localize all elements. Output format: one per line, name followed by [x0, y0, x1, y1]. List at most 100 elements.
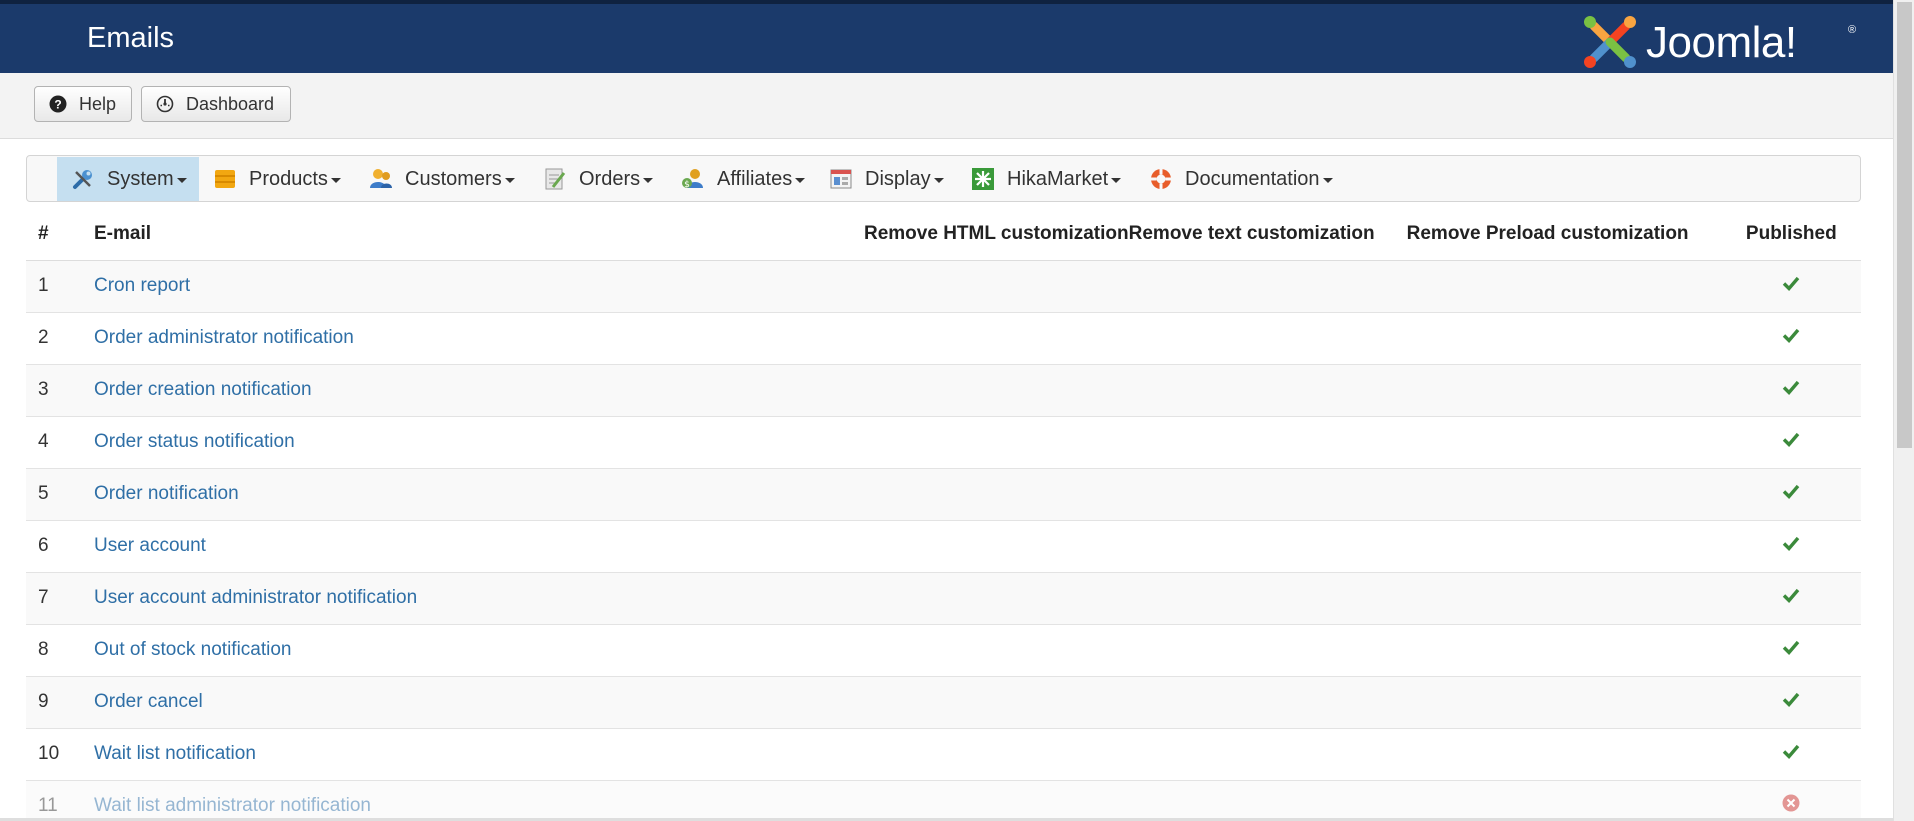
- published-check-icon[interactable]: [1782, 327, 1800, 343]
- row-number: 9: [26, 675, 94, 728]
- row-number: 4: [26, 415, 94, 468]
- dashboard-button-label: Dashboard: [186, 93, 275, 114]
- column-header-published[interactable]: Published: [1721, 208, 1861, 261]
- table-header-row: # E-mail Remove HTML customization Remov…: [26, 208, 1861, 261]
- email-link[interactable]: Out of stock notification: [94, 639, 292, 660]
- menu-customers[interactable]: Customers: [355, 157, 529, 201]
- published-check-icon[interactable]: [1782, 431, 1800, 447]
- help-button[interactable]: ? Help: [34, 86, 132, 122]
- published-cell: [1721, 623, 1861, 676]
- email-link[interactable]: Order notification: [94, 483, 239, 504]
- published-check-icon[interactable]: [1782, 379, 1800, 395]
- email-cell: Wait list administrator notification: [94, 779, 864, 821]
- remove-html-cell: [864, 675, 1129, 728]
- display-icon: [829, 167, 853, 191]
- joomla-logo[interactable]: Joomla! ®: [1580, 12, 1860, 72]
- row-number: 3: [26, 363, 94, 416]
- dashboard-button[interactable]: Dashboard: [141, 86, 291, 122]
- email-link[interactable]: User account: [94, 535, 206, 556]
- published-check-icon[interactable]: [1782, 587, 1800, 603]
- published-check-icon[interactable]: [1782, 535, 1800, 551]
- lifebuoy-icon: [1149, 167, 1173, 191]
- chevron-down-icon: [1322, 178, 1333, 183]
- published-check-icon[interactable]: [1782, 691, 1800, 707]
- menu-hikamarket[interactable]: HikaMarket: [957, 157, 1135, 201]
- menu-affiliates-label: Affiliates: [717, 167, 793, 190]
- column-header-number[interactable]: #: [26, 208, 94, 261]
- table-row: 4 Order status notification: [26, 415, 1861, 468]
- table-row: 6 User account: [26, 519, 1861, 572]
- table-row: 7 User account administrator notification: [26, 571, 1861, 624]
- logo-text: Joomla!: [1646, 18, 1797, 67]
- email-link[interactable]: Wait list notification: [94, 743, 256, 764]
- toolbar: ? Help Dashboard: [0, 73, 1893, 139]
- column-header-email[interactable]: E-mail: [94, 208, 864, 261]
- row-number: 10: [26, 727, 94, 780]
- page-header: Emails Joomla! ®: [0, 4, 1893, 73]
- published-check-icon[interactable]: [1782, 483, 1800, 499]
- chevron-down-icon: [330, 178, 341, 183]
- published-check-icon[interactable]: [1782, 639, 1800, 655]
- row-number: 5: [26, 467, 94, 520]
- remove-text-cell: [1128, 675, 1407, 728]
- vertical-scrollbar[interactable]: [1893, 0, 1914, 821]
- svg-text:?: ?: [54, 98, 61, 112]
- email-link[interactable]: Cron report: [94, 275, 190, 296]
- remove-text-cell: [1128, 467, 1407, 520]
- menu-customers-label: Customers: [405, 167, 502, 190]
- remove-preload-cell: [1406, 675, 1722, 728]
- chevron-down-icon: [176, 178, 187, 183]
- remove-preload-cell: [1406, 779, 1722, 821]
- email-cell: Wait list notification: [94, 727, 864, 780]
- published-cell: [1721, 311, 1861, 364]
- row-number: 2: [26, 311, 94, 364]
- email-cell: Order cancel: [94, 675, 864, 728]
- email-cell: User account: [94, 519, 864, 572]
- page-title: Emails: [87, 22, 175, 54]
- table-row: 1 Cron report: [26, 259, 1861, 312]
- email-cell: Order creation notification: [94, 363, 864, 416]
- published-cell: [1721, 675, 1861, 728]
- remove-text-cell: [1128, 415, 1407, 468]
- remove-preload-cell: [1406, 571, 1722, 624]
- remove-text-cell: [1128, 259, 1407, 312]
- menu-documentation[interactable]: Documentation: [1135, 157, 1335, 201]
- remove-preload-cell: [1406, 623, 1722, 676]
- email-cell: Cron report: [94, 259, 864, 312]
- published-cell: [1721, 415, 1861, 468]
- unpublished-x-icon[interactable]: [1782, 794, 1800, 812]
- email-link[interactable]: Order creation notification: [94, 379, 312, 400]
- published-cell: [1721, 259, 1861, 312]
- remove-text-cell: [1128, 571, 1407, 624]
- published-cell: [1721, 727, 1861, 780]
- email-link[interactable]: Order cancel: [94, 691, 203, 712]
- remove-html-cell: [864, 363, 1129, 416]
- menu-orders-label: Orders: [579, 167, 641, 190]
- column-header-remove-preload: Remove Preload customization: [1406, 208, 1722, 261]
- remove-text-cell: [1128, 363, 1407, 416]
- chevron-down-icon: [795, 178, 806, 183]
- menu-orders[interactable]: Orders: [529, 157, 667, 201]
- chevron-down-icon: [933, 178, 944, 183]
- menu-affiliates[interactable]: $ Affiliates: [667, 157, 815, 201]
- menu-products[interactable]: Products: [199, 157, 355, 201]
- published-check-icon[interactable]: [1782, 743, 1800, 759]
- remove-html-cell: [864, 519, 1129, 572]
- chevron-down-icon: [504, 178, 515, 183]
- menu-documentation-label: Documentation: [1185, 167, 1320, 190]
- remove-preload-cell: [1406, 467, 1722, 520]
- email-link[interactable]: Order administrator notification: [94, 327, 354, 348]
- remove-html-cell: [864, 467, 1129, 520]
- published-check-icon[interactable]: [1782, 275, 1800, 291]
- email-link[interactable]: Order status notification: [94, 431, 295, 452]
- email-link[interactable]: Wait list administrator notification: [94, 795, 371, 816]
- svg-text:$: $: [684, 180, 690, 190]
- menu-display[interactable]: Display: [815, 157, 957, 201]
- email-link[interactable]: User account administrator notification: [94, 587, 417, 608]
- menu-hikamarket-label: HikaMarket: [1007, 167, 1109, 190]
- row-number: 1: [26, 259, 94, 312]
- table-row: 3 Order creation notification: [26, 363, 1861, 416]
- published-cell: [1721, 519, 1861, 572]
- scrollbar-thumb[interactable]: [1897, 2, 1912, 448]
- menu-system[interactable]: System: [57, 157, 199, 201]
